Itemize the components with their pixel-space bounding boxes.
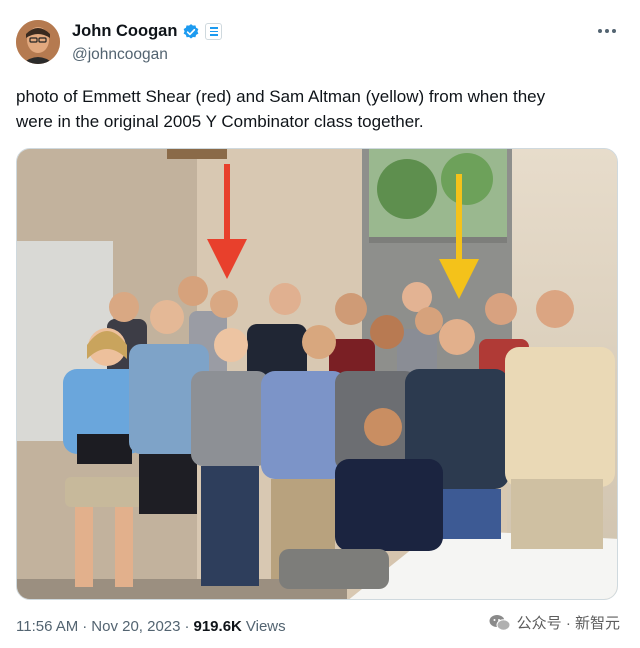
tweet-text-line-1: photo of Emmett Shear (red) and Sam Altm… [16,87,546,106]
watermark-label: 公众号 · 新智元 [516,615,620,632]
watermark: 公众号 · 新智元 [489,612,620,633]
meta-separator: · [184,618,190,635]
affiliate-badge-icon[interactable] [205,23,223,40]
verified-badge-icon [182,23,200,41]
author-handle[interactable]: @johncoogan [72,46,168,64]
tweet-photo[interactable] [16,148,618,600]
more-options-icon[interactable] [598,26,618,36]
tweet-date[interactable]: Nov 20, 2023 [91,618,180,635]
views-count: 919.6K [193,618,242,635]
author-name-row[interactable]: John Coogan [72,22,223,41]
wechat-icon [489,614,511,632]
author-display-name[interactable]: John Coogan [72,22,177,41]
tweet-time[interactable]: 11:56 AM [16,618,78,635]
tweet-meta: 11:56 AM · Nov 20, 2023 · 919.6K Views [16,618,286,635]
views-label: Views [245,618,286,635]
tweet-text: photo of Emmett Shear (red) and Sam Altm… [16,84,616,134]
avatar[interactable] [16,20,60,64]
meta-separator: · [82,618,88,635]
tweet-text-line-2: were in the original 2005 Y Combinator c… [16,112,424,131]
